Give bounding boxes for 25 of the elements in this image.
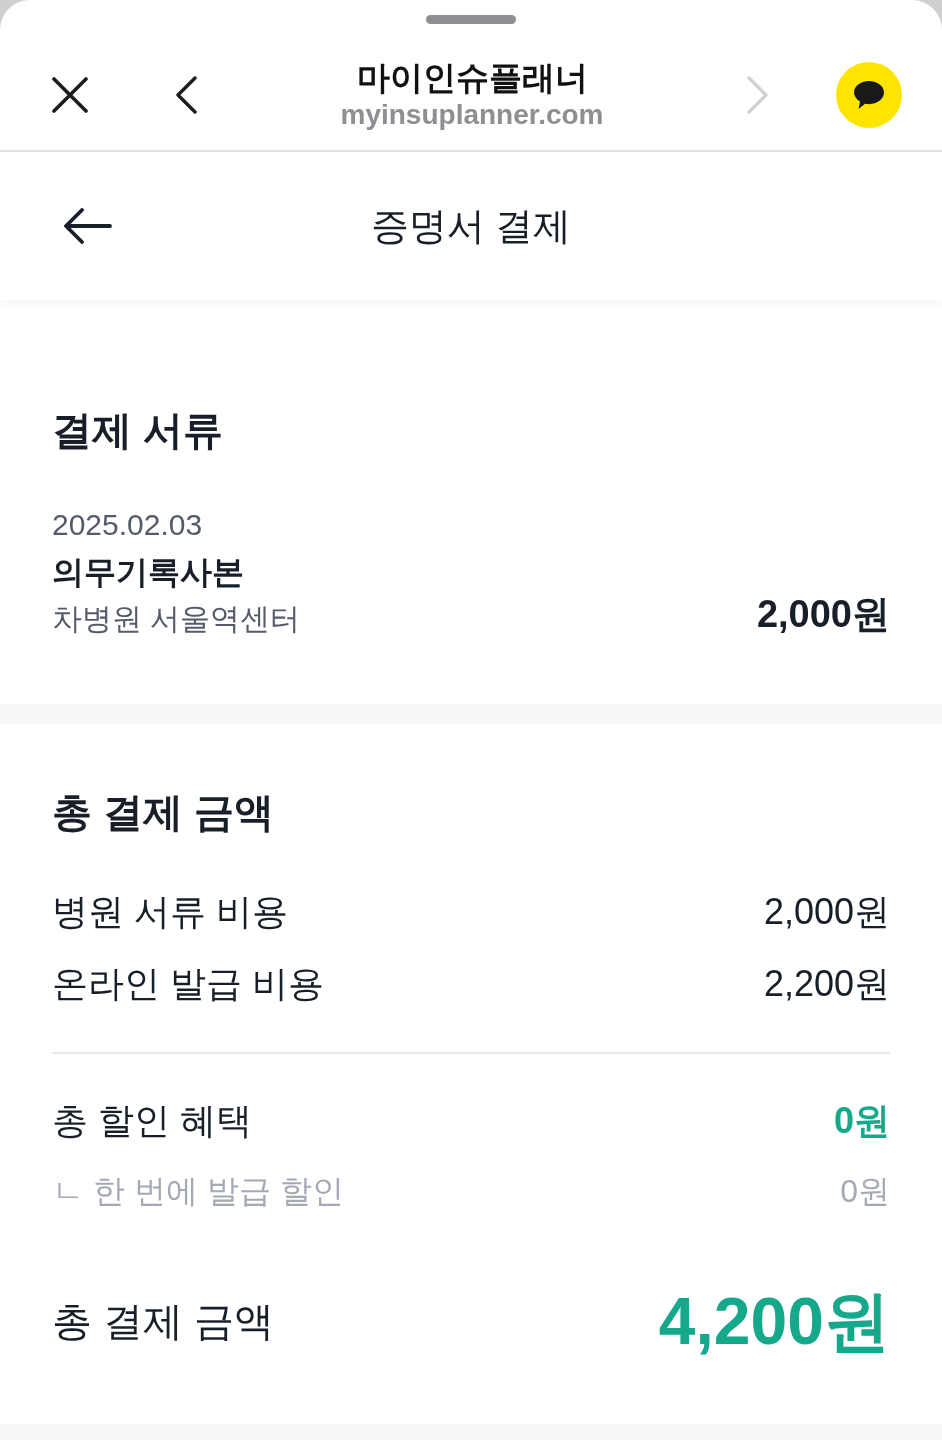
discount-detail-amount: 0원 bbox=[840, 1172, 890, 1211]
site-title: 마이인슈플래너 bbox=[356, 58, 588, 98]
hospital-name: 차병원 서울역센터 bbox=[52, 601, 301, 637]
total-label: 총 결제 금액 bbox=[52, 1298, 275, 1345]
section-title: 총 결제 금액 bbox=[52, 789, 276, 836]
document-price: 2,000원 bbox=[756, 592, 890, 637]
total-amount: 4,200원 bbox=[658, 1283, 890, 1359]
cost-amount: 2,200원 bbox=[763, 962, 890, 1006]
close-icon bbox=[52, 77, 88, 113]
cost-label: 병원 서류 비용 bbox=[52, 890, 288, 934]
arrow-left-icon bbox=[64, 208, 112, 244]
cost-label: 온라인 발급 비용 bbox=[52, 962, 324, 1006]
discount-label: 총 할인 혜택 bbox=[52, 1099, 252, 1143]
site-url: myinsuplanner.com bbox=[340, 98, 604, 132]
discount-detail-label: ㄴ 한 번에 발급 할인 bbox=[52, 1172, 344, 1211]
section-title: 결제 서류 bbox=[52, 407, 225, 454]
document-date: 2025.02.03 bbox=[52, 507, 204, 543]
chevron-left-icon bbox=[175, 76, 197, 114]
page-title: 증명서 결제 bbox=[370, 205, 572, 247]
chevron-right-icon bbox=[747, 76, 769, 114]
cost-amount: 2,000원 bbox=[763, 890, 890, 934]
document-name: 의무기록사본 bbox=[52, 553, 245, 591]
speech-bubble-icon bbox=[853, 80, 885, 110]
drag-handle[interactable] bbox=[426, 15, 516, 24]
discount-amount: 0원 bbox=[833, 1099, 890, 1143]
